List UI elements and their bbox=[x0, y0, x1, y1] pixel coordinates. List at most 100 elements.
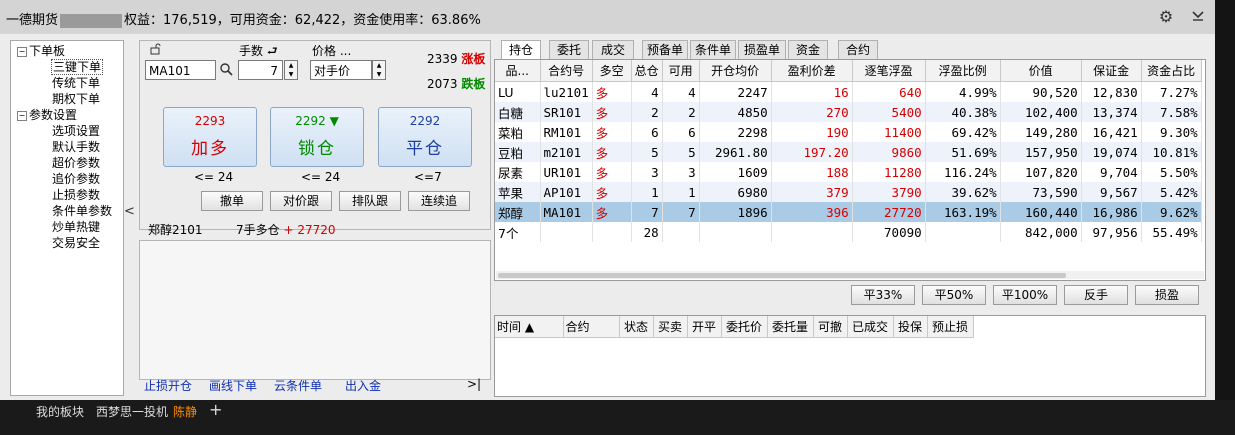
expand-icon[interactable]: >| bbox=[467, 377, 481, 391]
gear-icon[interactable]: ⚙ bbox=[1157, 8, 1175, 26]
close-100-button[interactable]: 平100% bbox=[993, 285, 1057, 305]
col-header-profit-spread[interactable]: 盈利价差 bbox=[771, 60, 853, 82]
tab-funds[interactable]: 资金 bbox=[788, 40, 828, 60]
profit-loss-button[interactable]: 损盈 bbox=[1135, 285, 1199, 305]
tree-item-stoploss[interactable]: 止损参数 bbox=[52, 187, 100, 203]
table-row[interactable]: 豆粕 m2101 多 5 5 2961.80 197.20 9860 51.69% 157,950… bbox=[495, 142, 1202, 162]
col-header-contract[interactable]: 合约 bbox=[563, 316, 620, 338]
tree-item-traditional[interactable]: 传统下单 bbox=[52, 75, 100, 91]
collapse-box-icon[interactable]: − bbox=[17, 47, 27, 57]
col-header-float-pnl[interactable]: 逐笔浮盈 bbox=[852, 60, 926, 82]
table-cell: 163.19% bbox=[925, 202, 1001, 222]
table-row[interactable]: 白糖 SR101 多 2 2 4850 270 5400 40.38% 102,400 13,374… bbox=[495, 102, 1202, 122]
table-row[interactable]: 菜粕 RM101 多 6 6 2298 190 11400 69.42% 149,280 16,42… bbox=[495, 122, 1202, 142]
col-header-order-qty[interactable]: 委托量 bbox=[767, 316, 814, 338]
table-cell: 160,440 bbox=[1000, 202, 1082, 222]
table-cell: 6 bbox=[662, 122, 700, 142]
close-50-button[interactable]: 平50% bbox=[922, 285, 986, 305]
col-header-hedge[interactable]: 投保 bbox=[893, 316, 928, 338]
col-header-pnl-ratio[interactable]: 浮盈比例 bbox=[925, 60, 1001, 82]
col-header-total[interactable]: 总仓 bbox=[631, 60, 663, 82]
tree-item-three-key[interactable]: 三键下单 bbox=[51, 59, 104, 75]
tab-prepared[interactable]: 预备单 bbox=[642, 40, 688, 60]
col-header-status[interactable]: 状态 bbox=[619, 316, 654, 338]
bottom-tab-strip: 我的板块 西梦思一投机 陈静 + bbox=[0, 400, 1235, 435]
tree-item-hotkeys[interactable]: 炒单热键 bbox=[52, 219, 100, 235]
col-header-contract[interactable]: 合约号 bbox=[540, 60, 593, 82]
buy-open-button[interactable]: 2293 加多 bbox=[163, 107, 257, 167]
counter-follow-button[interactable]: 对价跟 bbox=[270, 191, 332, 211]
table-cell: RM101 bbox=[540, 122, 593, 142]
col-header-available[interactable]: 可用 bbox=[662, 60, 700, 82]
tab-positions[interactable]: 持仓 bbox=[501, 40, 541, 61]
tab-trades[interactable]: 成交 bbox=[592, 40, 634, 60]
col-header-filled[interactable]: 已成交 bbox=[847, 316, 894, 338]
add-tab-button[interactable]: + bbox=[209, 400, 222, 419]
tab-contracts[interactable]: 合约 bbox=[838, 40, 878, 60]
chevron-down-icon[interactable] bbox=[1189, 8, 1207, 26]
col-header-order-price[interactable]: 委托价 bbox=[721, 316, 768, 338]
tree-item-conditional[interactable]: 条件单参数 bbox=[52, 203, 112, 219]
table-row[interactable]: 郑醇 MA101 多 7 7 1896 396 27720 163.19% 160,440 16,9… bbox=[495, 202, 1202, 222]
tree-node-order-board[interactable]: − 下单板 bbox=[17, 43, 65, 59]
cloud-condition-link[interactable]: 云条件单 bbox=[274, 377, 322, 394]
tab-conditional[interactable]: 条件单 bbox=[690, 40, 736, 60]
table-row[interactable]: 苹果 AP101 多 1 1 6980 379 3790 39.62% 73,590 9,567 5.… bbox=[495, 182, 1202, 202]
reverse-button[interactable]: 反手 bbox=[1064, 285, 1128, 305]
tree-item-chase[interactable]: 追价参数 bbox=[52, 171, 100, 187]
close-33-button[interactable]: 平33% bbox=[851, 285, 915, 305]
col-header-margin[interactable]: 保证金 bbox=[1081, 60, 1142, 82]
bottom-tab-active[interactable]: 陈静 bbox=[173, 403, 197, 420]
col-header-product[interactable]: 品... bbox=[495, 60, 541, 82]
tree-item-default-lots[interactable]: 默认手数 bbox=[52, 139, 100, 155]
chase-button[interactable]: 连续追 bbox=[408, 191, 470, 211]
col-header-side[interactable]: 买卖 bbox=[653, 316, 688, 338]
price-stepper[interactable]: ▲ ▼ bbox=[372, 60, 386, 80]
col-header-direction[interactable]: 多空 bbox=[592, 60, 632, 82]
table-cell: 9860 bbox=[852, 142, 926, 162]
title-bar: 一德期货 权益：176,519，可用资金：62,422，资金使用率：63.86% … bbox=[0, 0, 1215, 35]
table-row[interactable]: 尿素 UR101 多 3 3 1609 188 11280 116.24% 107,820 9,70… bbox=[495, 162, 1202, 182]
cancel-order-button[interactable]: 撤单 bbox=[201, 191, 263, 211]
bottom-tab-account[interactable]: 西梦思一投机 bbox=[96, 403, 168, 420]
col-header-open-close[interactable]: 开平 bbox=[687, 316, 722, 338]
limit-up: 2339 涨板 bbox=[427, 52, 486, 66]
table-cell: 27720 bbox=[852, 202, 926, 222]
col-header-open-avg[interactable]: 开仓均价 bbox=[699, 60, 772, 82]
tab-profit-loss[interactable]: 损盈单 bbox=[738, 40, 786, 60]
table-cell: 5.50% bbox=[1141, 162, 1202, 182]
tree-item-option[interactable]: 期权下单 bbox=[52, 91, 100, 107]
contract-input[interactable]: MA101 bbox=[145, 60, 216, 80]
collapse-box-icon[interactable]: − bbox=[17, 111, 27, 121]
col-header-time[interactable]: 时间 ▲ bbox=[495, 316, 564, 338]
close-position-button[interactable]: 2292 平仓 bbox=[378, 107, 472, 167]
scrollbar-thumb[interactable] bbox=[498, 273, 1066, 278]
close-max: <=7 bbox=[414, 170, 442, 184]
lock-icon[interactable] bbox=[150, 43, 162, 58]
price-type-input[interactable]: 对手价 bbox=[310, 60, 372, 80]
tree-item-options[interactable]: 选项设置 bbox=[52, 123, 100, 139]
col-header-pre-stoploss[interactable]: 预止损 bbox=[927, 316, 974, 338]
tree-item-security[interactable]: 交易安全 bbox=[52, 235, 100, 251]
bottom-tab-my-board[interactable]: 我的板块 bbox=[36, 403, 84, 420]
tree-node-params[interactable]: − 参数设置 bbox=[17, 107, 77, 123]
price-more-button[interactable]: ... bbox=[340, 44, 351, 58]
table-cell: 190 bbox=[771, 122, 853, 142]
col-header-value[interactable]: 价值 bbox=[1000, 60, 1082, 82]
queue-follow-button[interactable]: 排队跟 bbox=[339, 191, 401, 211]
transfer-funds-link[interactable]: 出入金 bbox=[345, 377, 381, 394]
collapse-panel-button[interactable]: < bbox=[124, 204, 135, 219]
col-header-cancelable[interactable]: 可撤 bbox=[813, 316, 848, 338]
stoploss-open-link[interactable]: 止损开仓 bbox=[144, 377, 192, 394]
table-row[interactable]: LU lu2101 多 4 4 2247 16 640 4.99% 90,520 12,830 7.2… bbox=[495, 81, 1202, 102]
col-header-fund-ratio[interactable]: 资金占比 bbox=[1141, 60, 1202, 82]
lots-input[interactable]: 7 bbox=[238, 60, 283, 80]
search-icon[interactable] bbox=[220, 63, 233, 79]
down-arrow-icon: ▼ bbox=[329, 114, 339, 128]
tree-item-overprice[interactable]: 超价参数 bbox=[52, 155, 100, 171]
lots-stepper[interactable]: ▲ ▼ bbox=[284, 60, 298, 80]
line-order-link[interactable]: 画线下单 bbox=[209, 377, 257, 394]
lock-position-button[interactable]: 2292 ▼ 锁仓 bbox=[270, 107, 364, 167]
table-cell: 90,520 bbox=[1000, 81, 1082, 102]
tab-orders[interactable]: 委托 bbox=[549, 40, 589, 60]
